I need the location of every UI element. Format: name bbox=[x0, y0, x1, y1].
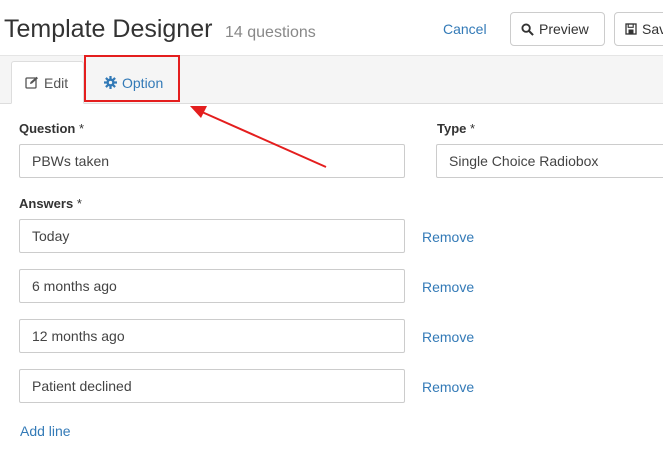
cancel-button[interactable]: Cancel bbox=[443, 21, 487, 37]
answer-input[interactable]: 12 months ago bbox=[19, 319, 405, 353]
add-line-button[interactable]: Add line bbox=[20, 423, 71, 439]
remove-answer-button[interactable]: Remove bbox=[422, 279, 474, 295]
question-label: Question * bbox=[19, 121, 85, 136]
answer-input[interactable]: 6 months ago bbox=[19, 269, 405, 303]
type-select[interactable]: Single Choice Radiobox bbox=[436, 144, 663, 178]
page-title: Template Designer bbox=[4, 15, 213, 43]
answer-input[interactable]: Today bbox=[19, 219, 405, 253]
edit-icon bbox=[25, 76, 38, 89]
type-label: Type * bbox=[437, 121, 476, 136]
tab-edit-label: Edit bbox=[44, 74, 69, 91]
answer-input[interactable]: Patient declined bbox=[19, 369, 405, 403]
remove-answer-button[interactable]: Remove bbox=[422, 379, 474, 395]
remove-answer-button[interactable]: Remove bbox=[422, 329, 474, 345]
tab-edit[interactable]: Edit bbox=[11, 61, 84, 104]
question-count: 14 questions bbox=[225, 24, 316, 41]
floppy-icon bbox=[625, 23, 637, 35]
preview-button[interactable]: Preview bbox=[510, 12, 605, 46]
tab-option[interactable]: Option bbox=[86, 61, 178, 104]
search-icon bbox=[521, 22, 534, 36]
tab-option-label: Option bbox=[122, 74, 164, 91]
save-button[interactable]: Save bbox=[614, 12, 663, 46]
question-input[interactable]: PBWs taken bbox=[19, 144, 405, 178]
preview-label: Preview bbox=[539, 21, 589, 37]
gear-icon bbox=[104, 76, 117, 89]
remove-answer-button[interactable]: Remove bbox=[422, 229, 474, 245]
answers-label: Answers * bbox=[19, 196, 82, 211]
save-label: Save bbox=[642, 21, 663, 37]
